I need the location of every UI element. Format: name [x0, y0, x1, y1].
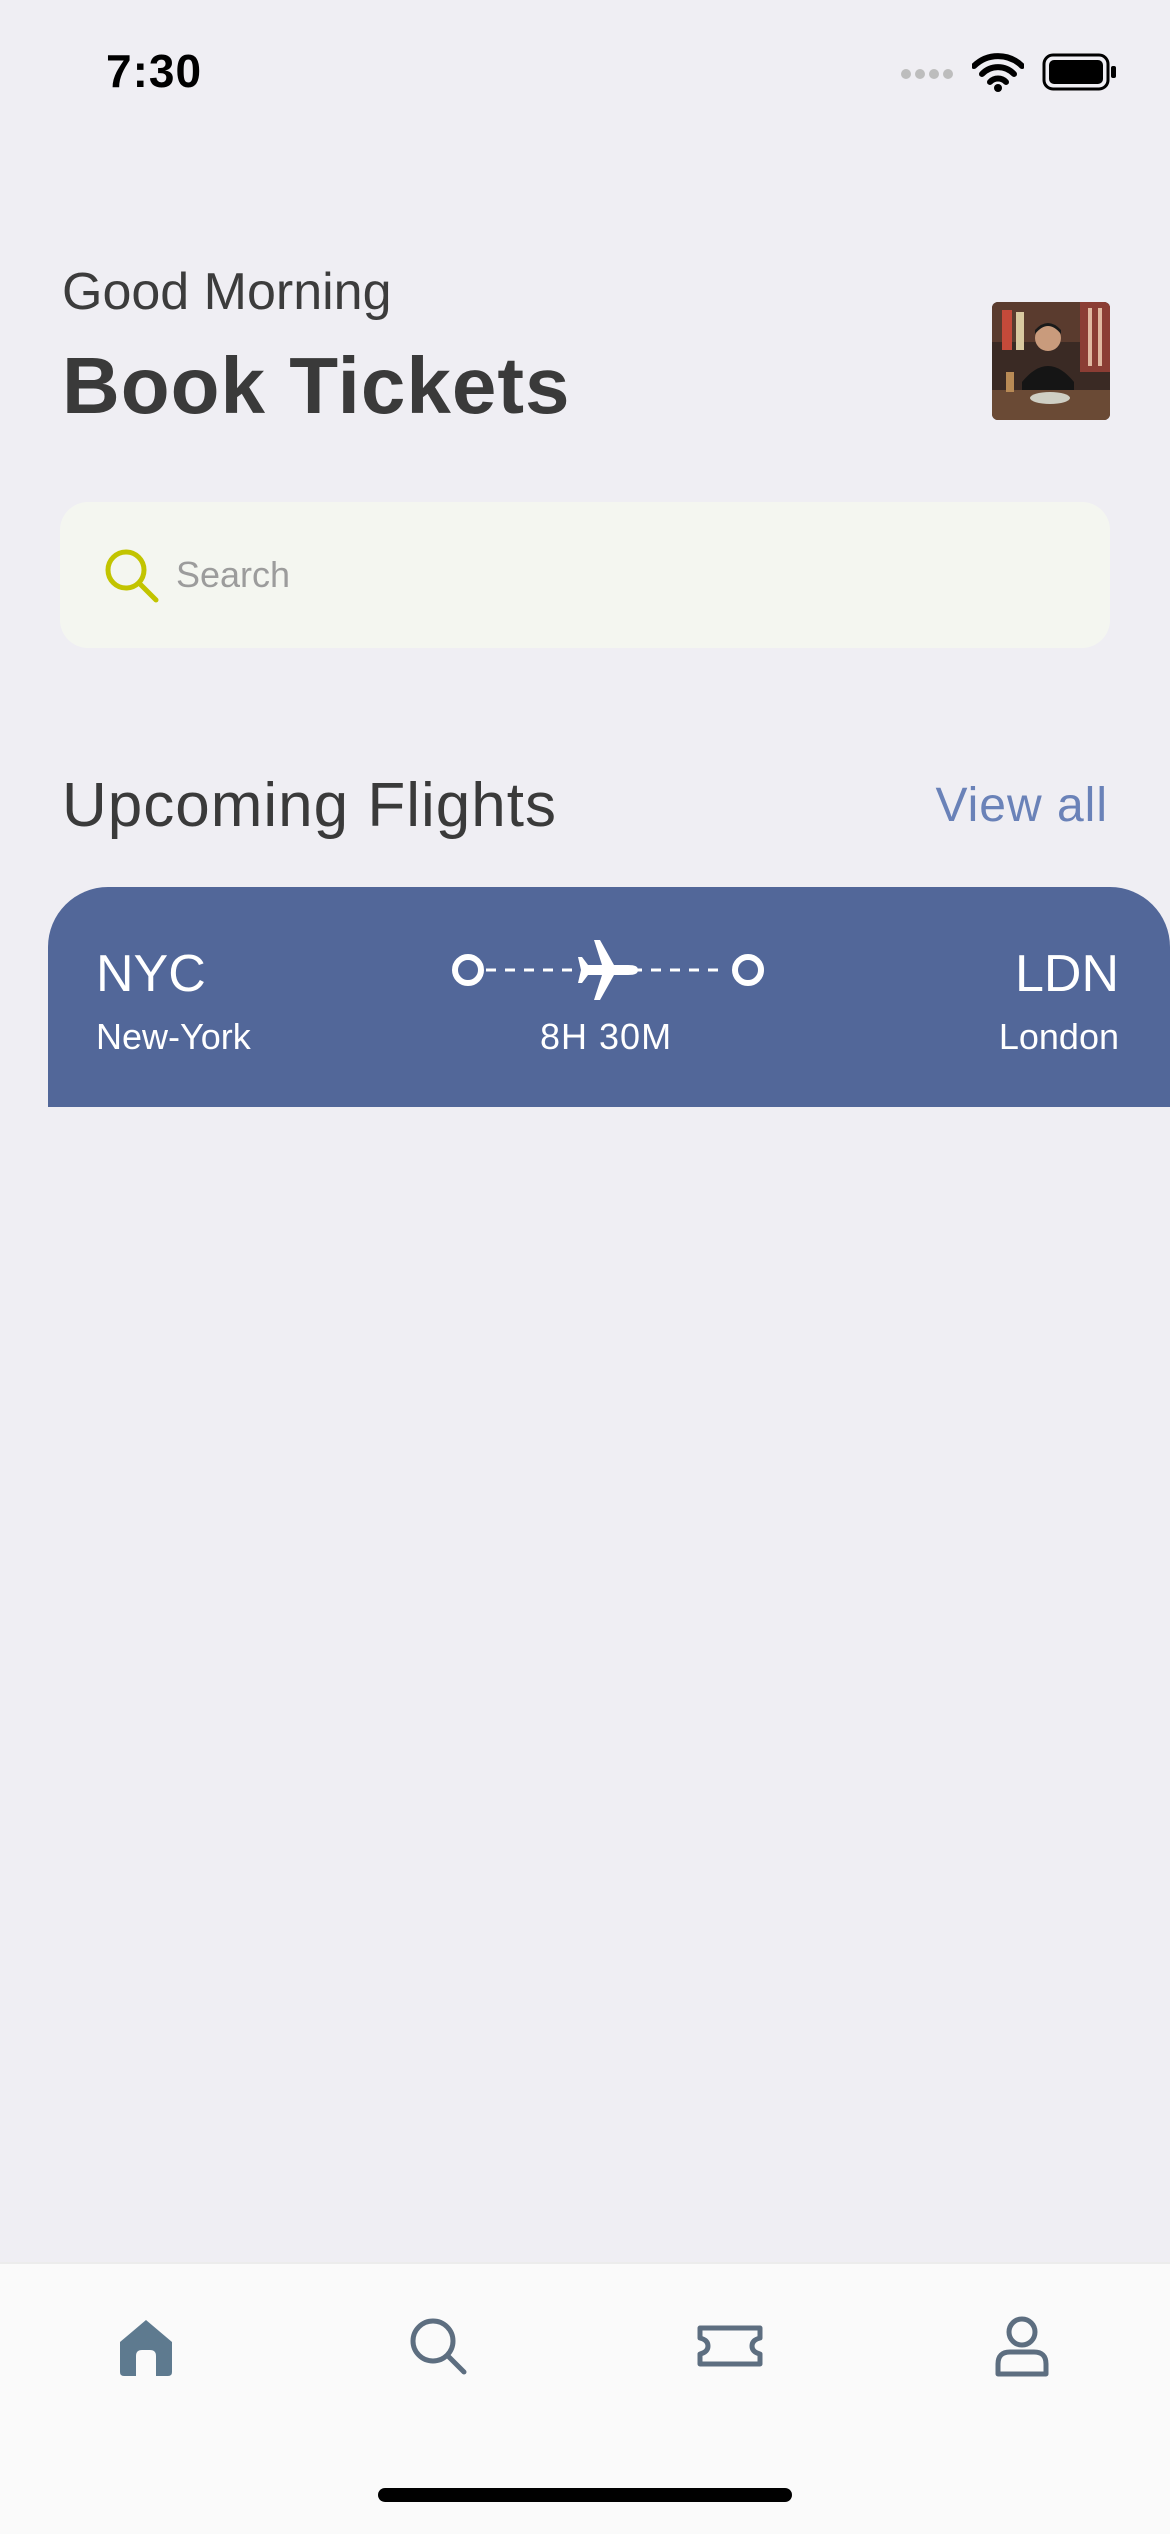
destination-city: London — [998, 1016, 1119, 1057]
flight-duration: 8H 30M — [540, 1016, 673, 1057]
avatar[interactable] — [992, 302, 1110, 420]
page-title: Book Tickets — [62, 341, 571, 430]
ticket-icon — [697, 2325, 763, 2367]
cellular-signal-icon — [901, 69, 953, 79]
nav-profile[interactable] — [982, 2306, 1062, 2386]
nav-search[interactable] — [398, 2306, 478, 2386]
battery-icon — [1042, 53, 1116, 91]
status-time: 7:30 — [106, 45, 203, 97]
origin-city: New-York — [96, 1016, 251, 1057]
origin-code: NYC — [96, 945, 206, 1003]
nav-home[interactable] — [106, 2306, 186, 2386]
origin-dot-icon — [452, 954, 484, 986]
profile-icon — [995, 2316, 1049, 2377]
section-title-upcoming-flights: Upcoming Flights — [62, 771, 557, 840]
search-bar[interactable] — [60, 502, 1110, 648]
destination-dot-icon — [732, 954, 764, 986]
home-icon — [120, 2320, 172, 2376]
search-icon — [105, 549, 159, 603]
airplane-icon — [578, 940, 638, 1000]
search-icon — [410, 2318, 467, 2375]
flight-route-graphic — [452, 940, 764, 1000]
greeting-text: Good Morning — [62, 263, 392, 321]
avatar-photo — [992, 302, 1110, 420]
status-icons — [900, 52, 1118, 92]
destination-code: LDN — [1014, 945, 1119, 1003]
wifi-icon — [972, 53, 1024, 92]
search-input[interactable] — [174, 553, 978, 597]
home-indicator — [378, 2488, 792, 2502]
nav-tickets[interactable] — [690, 2306, 770, 2386]
view-all-link[interactable]: View all — [935, 778, 1108, 833]
